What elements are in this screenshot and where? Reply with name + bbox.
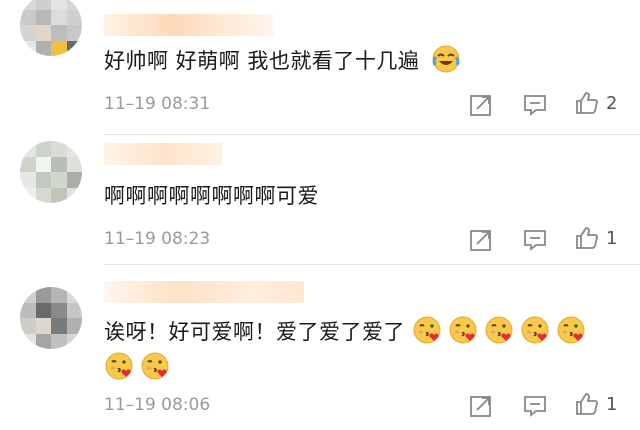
- username-blurred[interactable]: [104, 14, 274, 36]
- share-icon[interactable]: [468, 393, 494, 419]
- comment-icon[interactable]: [522, 393, 548, 419]
- comment-item: 啊啊啊啊啊啊啊啊可爱 11–19 08:23 1: [0, 135, 640, 265]
- comment-text: 好帅啊 好萌啊 我也就看了十几遍: [104, 44, 467, 78]
- heart-kiss-emoji: [412, 315, 442, 345]
- comment-text: 诶呀！好可爱啊！爱了爱了爱了: [104, 315, 592, 349]
- heart-kiss-emoji: [484, 315, 514, 345]
- heart-kiss-emoji: [104, 351, 134, 381]
- comment-timestamp: 11–19 08:31: [104, 94, 211, 114]
- comment-icon[interactable]: [522, 92, 548, 118]
- avatar[interactable]: [20, 0, 82, 56]
- like-icon[interactable]: [574, 90, 600, 116]
- username-blurred[interactable]: [104, 281, 304, 303]
- comment-timestamp: 11–19 08:06: [104, 395, 211, 415]
- heart-kiss-emoji: [448, 315, 478, 345]
- heart-kiss-emoji: [520, 315, 550, 345]
- heart-kiss-emoji: [556, 315, 586, 345]
- comment-item: 诶呀！好可爱啊！爱了爱了爱了 11–19 08:06 1: [0, 265, 640, 430]
- share-icon[interactable]: [468, 227, 494, 253]
- username-blurred[interactable]: [104, 143, 222, 165]
- avatar[interactable]: [20, 141, 82, 203]
- comment-icon[interactable]: [522, 227, 548, 253]
- avatar[interactable]: [20, 287, 82, 349]
- share-icon[interactable]: [468, 92, 494, 118]
- like-count: 1: [606, 228, 618, 249]
- like-count: 2: [606, 93, 618, 114]
- crying-laughing-emoji: [431, 44, 461, 74]
- comment-timestamp: 11–19 08:23: [104, 229, 211, 249]
- comment-text-content: 诶呀！好可爱啊！爱了爱了爱了: [104, 320, 405, 344]
- heart-kiss-emoji: [140, 351, 170, 381]
- like-count: 1: [606, 394, 618, 415]
- comment-text-wrap: [104, 351, 176, 385]
- comment-text-content: 好帅啊 好萌啊 我也就看了十几遍: [104, 49, 420, 73]
- like-icon[interactable]: [574, 391, 600, 417]
- like-icon[interactable]: [574, 225, 600, 251]
- comment-text: 啊啊啊啊啊啊啊啊可爱: [104, 184, 319, 208]
- comment-item: 好帅啊 好萌啊 我也就看了十几遍 11–19 08:31 2: [0, 0, 640, 135]
